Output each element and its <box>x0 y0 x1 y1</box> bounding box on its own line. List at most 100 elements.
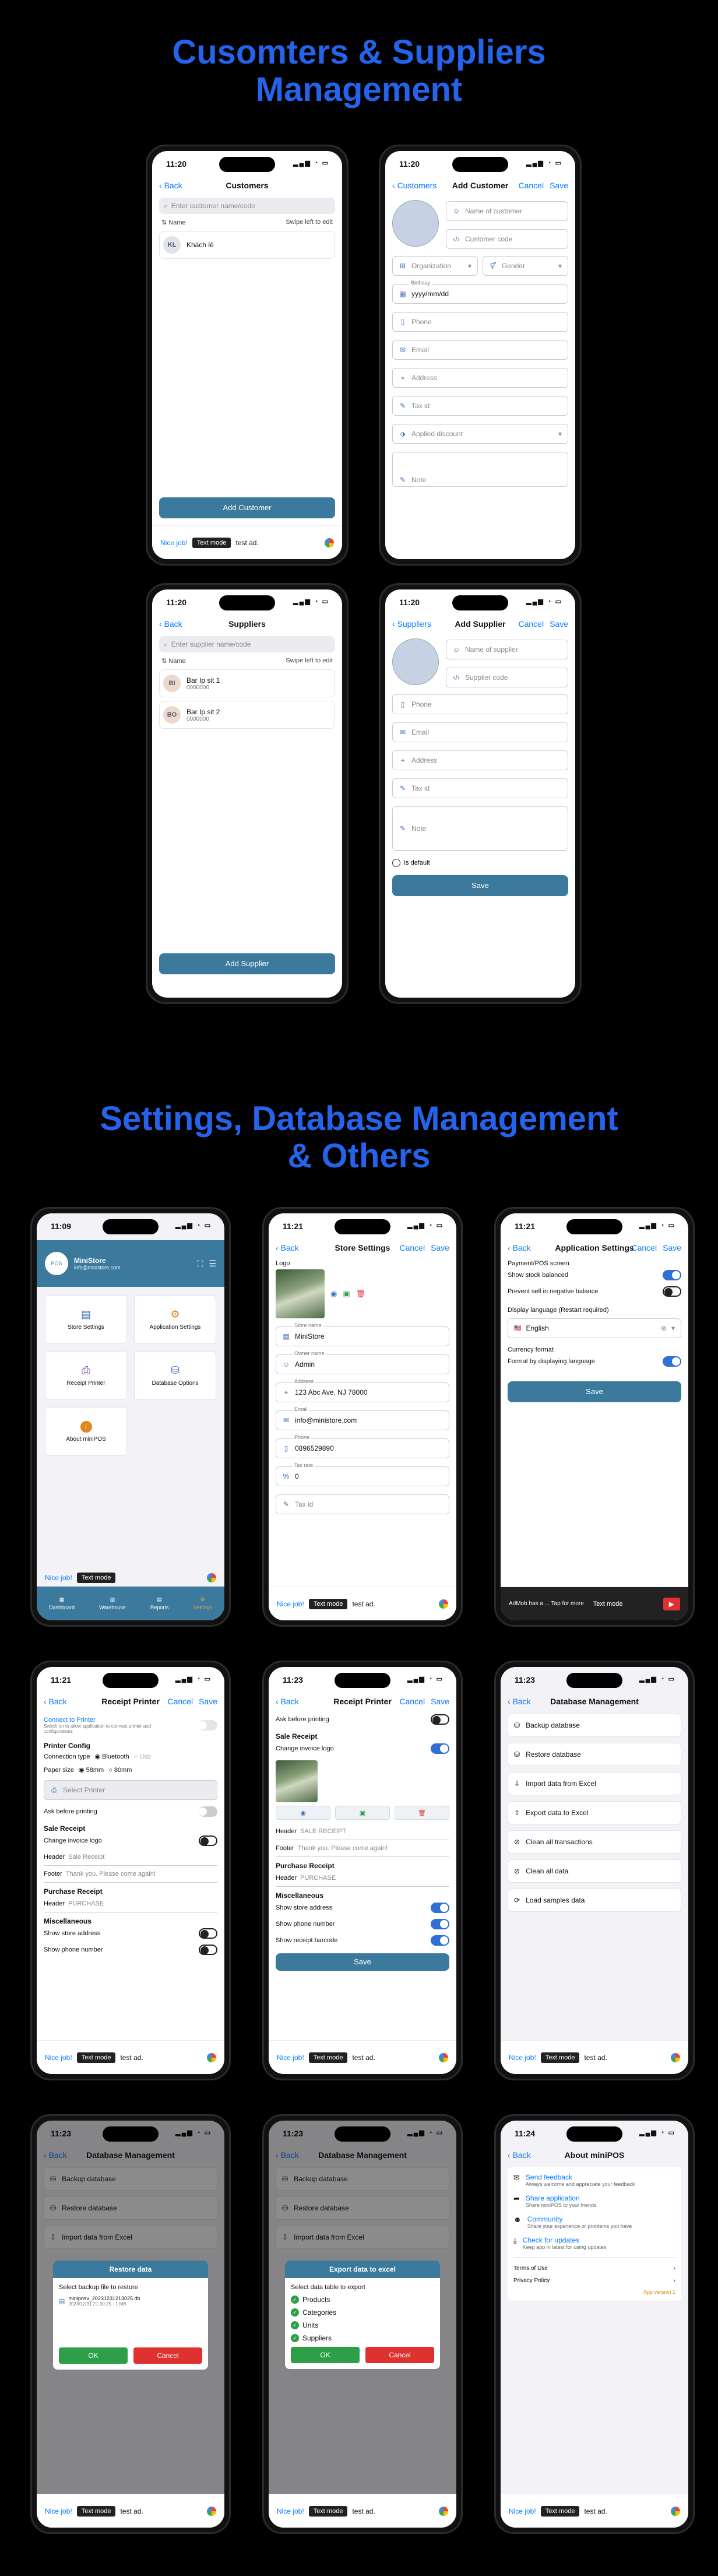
customer-photo[interactable] <box>392 200 439 247</box>
add-customer-button[interactable]: Add Customer <box>159 497 335 518</box>
save-button[interactable]: Save <box>663 1243 681 1252</box>
tab-settings[interactable]: ⚙ Settings <box>193 1596 212 1610</box>
load-samples-item[interactable]: ⟳ Load samples data <box>508 1889 681 1912</box>
import-excel-item[interactable]: ⇩ Import data from Excel <box>508 1772 681 1795</box>
image-icon[interactable]: ▣ <box>335 1806 390 1820</box>
trash-icon[interactable]: 🗑 <box>395 1806 449 1820</box>
ad-banner[interactable]: Nice job! Text mode test ad. <box>37 2040 224 2074</box>
application-settings-card[interactable]: ⚙ Application Settings <box>134 1295 216 1344</box>
prevent-negative-toggle[interactable] <box>663 1286 681 1297</box>
address-field[interactable]: ⌖ Address <box>392 368 568 388</box>
back-button[interactable]: ‹ Back <box>276 1243 299 1252</box>
list-item[interactable]: BI Bar Ip sit 1 0000000 <box>159 669 335 697</box>
search-input[interactable]: ⌕ Enter supplier name/code <box>159 636 335 652</box>
save-printer-button[interactable]: Save <box>276 1953 449 1971</box>
radio-58mm[interactable]: ◉ 58mm <box>79 1766 104 1774</box>
cancel-button[interactable]: Cancel <box>399 1697 425 1706</box>
search-input[interactable]: ⌕ Enter customer name/code <box>159 198 335 214</box>
owner-field[interactable]: Owner name ☺ Admin <box>276 1350 449 1374</box>
ad-banner[interactable]: Nice job! Text mode <box>37 1569 224 1587</box>
ad-banner[interactable]: Nice job! Text mode test ad. <box>269 1587 456 1620</box>
ad-banner[interactable]: Nice job! Text mode test ad. <box>501 2494 688 2528</box>
show-phone-toggle[interactable] <box>199 1945 217 1955</box>
change-logo-toggle[interactable] <box>199 1836 217 1846</box>
header-field[interactable]: Header SALE RECEIPT <box>276 1823 449 1840</box>
back-button[interactable]: ‹ Back <box>508 1697 531 1706</box>
select-printer-field[interactable]: ⎙ Select Printer <box>44 1780 217 1800</box>
radio-bluetooth[interactable]: ◉ Bluetooth <box>95 1753 129 1760</box>
ad-banner[interactable]: Nice job! Text mode test ad. <box>269 2494 456 2528</box>
email-field[interactable]: ✉ Email <box>392 722 568 742</box>
send-feedback-item[interactable]: ✉ Send feedback Always welcome and appreci… <box>513 2173 675 2187</box>
back-button[interactable]: ‹ Back <box>159 181 182 190</box>
cancel-button[interactable]: Cancel <box>133 2347 202 2364</box>
radio-usb[interactable]: ○ Usb <box>134 1753 151 1760</box>
customer-name-field[interactable]: ☺ Name of customer <box>446 201 568 221</box>
tax-id-field[interactable]: ✎ Tax id <box>392 778 568 798</box>
privacy-link[interactable]: Privacy Policy › <box>513 2275 675 2287</box>
trash-icon[interactable]: 🗑 <box>356 1289 366 1298</box>
connect-toggle[interactable] <box>199 1720 217 1731</box>
show-barcode-toggle[interactable] <box>431 1935 449 1946</box>
email-field[interactable]: ✉ Email <box>392 340 568 360</box>
phone-field[interactable]: ▯ Phone <box>392 312 568 332</box>
export-option-products[interactable]: ✓ Products <box>291 2296 434 2304</box>
tax-rate-field[interactable]: Tax rate% 0 <box>276 1462 449 1486</box>
purchase-header-field[interactable]: Header PURCHASE <box>276 1870 449 1887</box>
show-address-toggle[interactable] <box>199 1928 217 1939</box>
back-button[interactable]: ‹ Back <box>508 1243 531 1252</box>
cancel-button[interactable]: Cancel <box>518 181 544 190</box>
store-logo-image[interactable] <box>276 1269 325 1318</box>
save-button[interactable]: Save <box>550 619 568 629</box>
clear-icon[interactable]: ⊗ <box>661 1324 667 1332</box>
export-option-suppliers[interactable]: ✓ Suppliers <box>291 2334 434 2342</box>
show-stock-toggle[interactable] <box>663 1270 681 1280</box>
share-application-item[interactable]: ➦ Share application Share miniPOS to your … <box>513 2194 675 2208</box>
discount-select[interactable]: ⬗ Applied discount ▾ <box>392 424 568 444</box>
cancel-button[interactable]: Cancel <box>365 2347 434 2363</box>
backup-file-item[interactable]: ▤ miniposv_20231231213025.db 2023/12/31 2… <box>59 2296 202 2307</box>
note-field[interactable]: ✎ Note <box>392 452 568 487</box>
database-options-card[interactable]: ⛁ Database Options <box>134 1351 216 1400</box>
scan-icon[interactable]: ⛶ <box>198 1259 203 1269</box>
save-settings-button[interactable]: Save <box>508 1381 681 1402</box>
gender-select[interactable]: ⚥ Gender ▾ <box>483 256 568 276</box>
address-field[interactable]: ⌖ Address <box>392 750 568 770</box>
add-supplier-button[interactable]: Add Supplier <box>159 953 335 974</box>
check-updates-item[interactable]: ⤓ Check for updates Keep app in latest for… <box>513 2236 675 2250</box>
organization-select[interactable]: ⊞ Organization ▾ <box>392 256 478 276</box>
export-option-units[interactable]: ✓ Units <box>291 2321 434 2329</box>
supplier-code-field[interactable]: ‹/› Supplier code <box>446 668 568 687</box>
email-field[interactable]: Email ✉ info@ministore.com <box>276 1406 449 1430</box>
ask-before-toggle[interactable] <box>431 1714 449 1725</box>
backup-database-item[interactable]: ⛁ Backup database <box>508 1714 681 1737</box>
image-icon[interactable]: ▣ <box>343 1289 350 1298</box>
footer-field[interactable]: Footer Thank you. Please come again! <box>276 1840 449 1857</box>
ad-banner[interactable]: Nice job! Text mode test ad. <box>269 2040 456 2074</box>
ad-banner[interactable]: Nice job! Text mode test ad. <box>501 2040 688 2074</box>
phone-field[interactable]: ▯ Phone <box>392 694 568 714</box>
ok-button[interactable]: OK <box>291 2347 360 2363</box>
tab-dashboard[interactable]: ▦ Dashboard <box>49 1596 75 1610</box>
list-item[interactable]: BO Bar Ip sit 2 0000000 <box>159 701 335 729</box>
birthday-field[interactable]: Birthday ▦ yyyy/mm/dd <box>392 280 568 304</box>
is-default-checkbox[interactable]: Is default <box>392 859 568 867</box>
address-field[interactable]: Address ⌖ 123 Abc Ave, NJ 78000 <box>276 1378 449 1402</box>
ad-banner[interactable]: AdMob has a ... Tap for more Text mode ▶ <box>501 1587 688 1620</box>
community-item[interactable]: ☻ Community Share your experience or probl… <box>513 2215 675 2229</box>
show-address-toggle[interactable] <box>431 1903 449 1913</box>
back-button[interactable]: ‹ Back <box>508 2150 531 2160</box>
back-button[interactable]: ‹ Suppliers <box>392 619 431 629</box>
tax-id-field[interactable]: ✎ Tax id <box>276 1494 449 1514</box>
store-name-field[interactable]: Store name ▤ MiniStore <box>276 1322 449 1346</box>
back-button[interactable]: ‹ Back <box>276 1697 299 1706</box>
receipt-printer-card[interactable]: ⎙ Receipt Printer <box>45 1351 127 1400</box>
ok-button[interactable]: OK <box>59 2347 128 2364</box>
restore-database-item[interactable]: ⛁ Restore database <box>508 1743 681 1766</box>
phone-field[interactable]: Phone ▯ 0896529890 <box>276 1434 449 1458</box>
radio-80mm[interactable]: ○ 80mm <box>108 1767 132 1774</box>
cancel-button[interactable]: Cancel <box>399 1243 425 1252</box>
tab-reports[interactable]: ▤ Reports <box>150 1596 169 1610</box>
save-supplier-button[interactable]: Save <box>392 875 568 896</box>
export-option-categories[interactable]: ✓ Categories <box>291 2308 434 2317</box>
